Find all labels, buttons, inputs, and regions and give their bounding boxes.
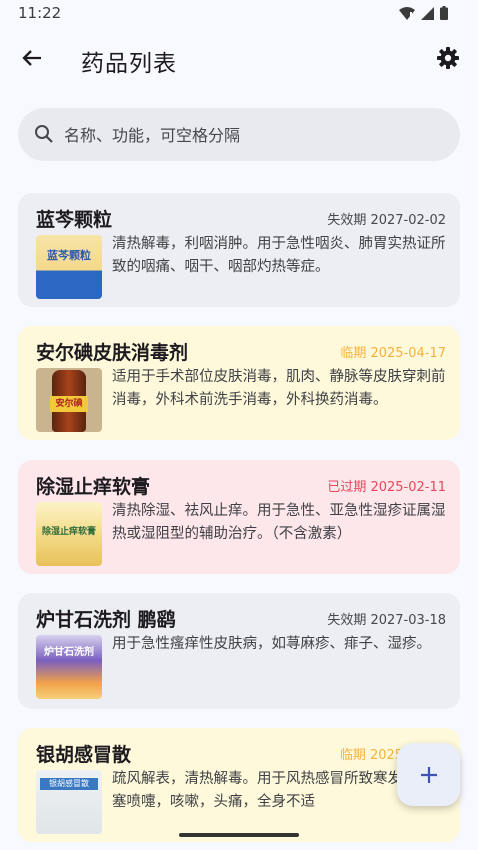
app-bar: 药品列表 — [0, 28, 478, 92]
medicine-description: 清热解毒，利咽消肿。用于急性咽炎、肺胃实热证所致的咽痛、咽干、咽部灼热等症。 — [112, 236, 446, 275]
medicine-description: 用于急性瘙痒性皮肤病，如荨麻疹、痱子、湿疹。 — [112, 636, 431, 652]
medicine-name: 除湿止痒软膏 — [36, 476, 151, 498]
settings-button[interactable] — [432, 42, 464, 74]
medicine-name: 炉甘石洗剂 鹏鹞 — [36, 609, 176, 631]
search-input[interactable] — [62, 108, 446, 163]
status-time: 11:22 — [18, 4, 62, 22]
medicine-image-label: 蓝芩颗粒 — [47, 249, 91, 262]
page-title: 药品列表 — [81, 51, 177, 77]
search-icon — [35, 125, 53, 143]
home-indicator[interactable] — [179, 833, 299, 837]
expiry-date: 失效期 2027-02-02 — [327, 213, 446, 228]
signal-icon — [421, 6, 434, 20]
add-medicine-button[interactable] — [397, 743, 460, 806]
medicine-name: 蓝芩颗粒 — [36, 209, 113, 231]
medicine-image: 除湿止痒软膏 — [36, 502, 102, 566]
medicine-image: 炉甘石洗剂 — [36, 635, 102, 699]
medicine-image-label: 炉甘石洗剂 — [44, 647, 94, 658]
expiry-date: 临期 2025-04-17 — [340, 346, 446, 361]
back-button[interactable] — [16, 42, 48, 74]
plus-icon — [420, 766, 437, 783]
battery-icon — [440, 6, 448, 20]
medicine-image: 安尔碘 — [36, 368, 102, 432]
medicine-card[interactable]: 蓝芩颗粒 失效期 2027-02-02 蓝芩颗粒 清热解毒，利咽消肿。用于急性咽… — [18, 193, 460, 307]
medicine-image-label: 安尔碘 — [50, 396, 88, 412]
medicine-image: 银胡感冒散 — [36, 770, 102, 834]
gear-icon — [437, 47, 459, 69]
medicine-card[interactable]: 除湿止痒软膏 已过期 2025-02-11 除湿止痒软膏 清热除湿、祛风止痒。用… — [18, 460, 460, 574]
expiry-date: 失效期 2027-03-18 — [327, 613, 446, 628]
medicine-name: 安尔碘皮肤消毒剂 — [36, 342, 189, 364]
medicine-image: 蓝芩颗粒 — [36, 235, 102, 299]
medicine-description: 清热除湿、祛风止痒。用于急性、亚急性湿疹证属湿热或湿阻型的辅助治疗。（不含激素） — [112, 503, 446, 542]
status-icons — [399, 6, 448, 20]
search-bar[interactable] — [18, 108, 460, 163]
medicine-card[interactable]: 银胡感冒散 临期 2025-0 银胡感冒散 疏风解表，清热解毒。用于风热感冒所致… — [18, 728, 460, 842]
medicine-card[interactable]: 安尔碘皮肤消毒剂 临期 2025-04-17 安尔碘 适用于手术部位皮肤消毒，肌… — [18, 326, 460, 440]
medicine-description: 适用于手术部位皮肤消毒，肌肉、静脉等皮肤穿刺前消毒，外科术前洗手消毒，外科换药消… — [112, 369, 446, 408]
medicine-image-label: 除湿止痒软膏 — [41, 527, 96, 537]
medicine-name: 银胡感冒散 — [36, 744, 132, 766]
medicine-card[interactable]: 炉甘石洗剂 鹏鹞 失效期 2027-03-18 炉甘石洗剂 用于急性瘙痒性皮肤病… — [18, 593, 460, 709]
expiry-date: 已过期 2025-02-11 — [327, 480, 446, 495]
status-bar: 11:22 — [0, 0, 478, 28]
medicine-image-label: 银胡感冒散 — [40, 778, 98, 790]
wifi-icon — [399, 6, 415, 20]
arrow-back-icon — [22, 50, 41, 66]
